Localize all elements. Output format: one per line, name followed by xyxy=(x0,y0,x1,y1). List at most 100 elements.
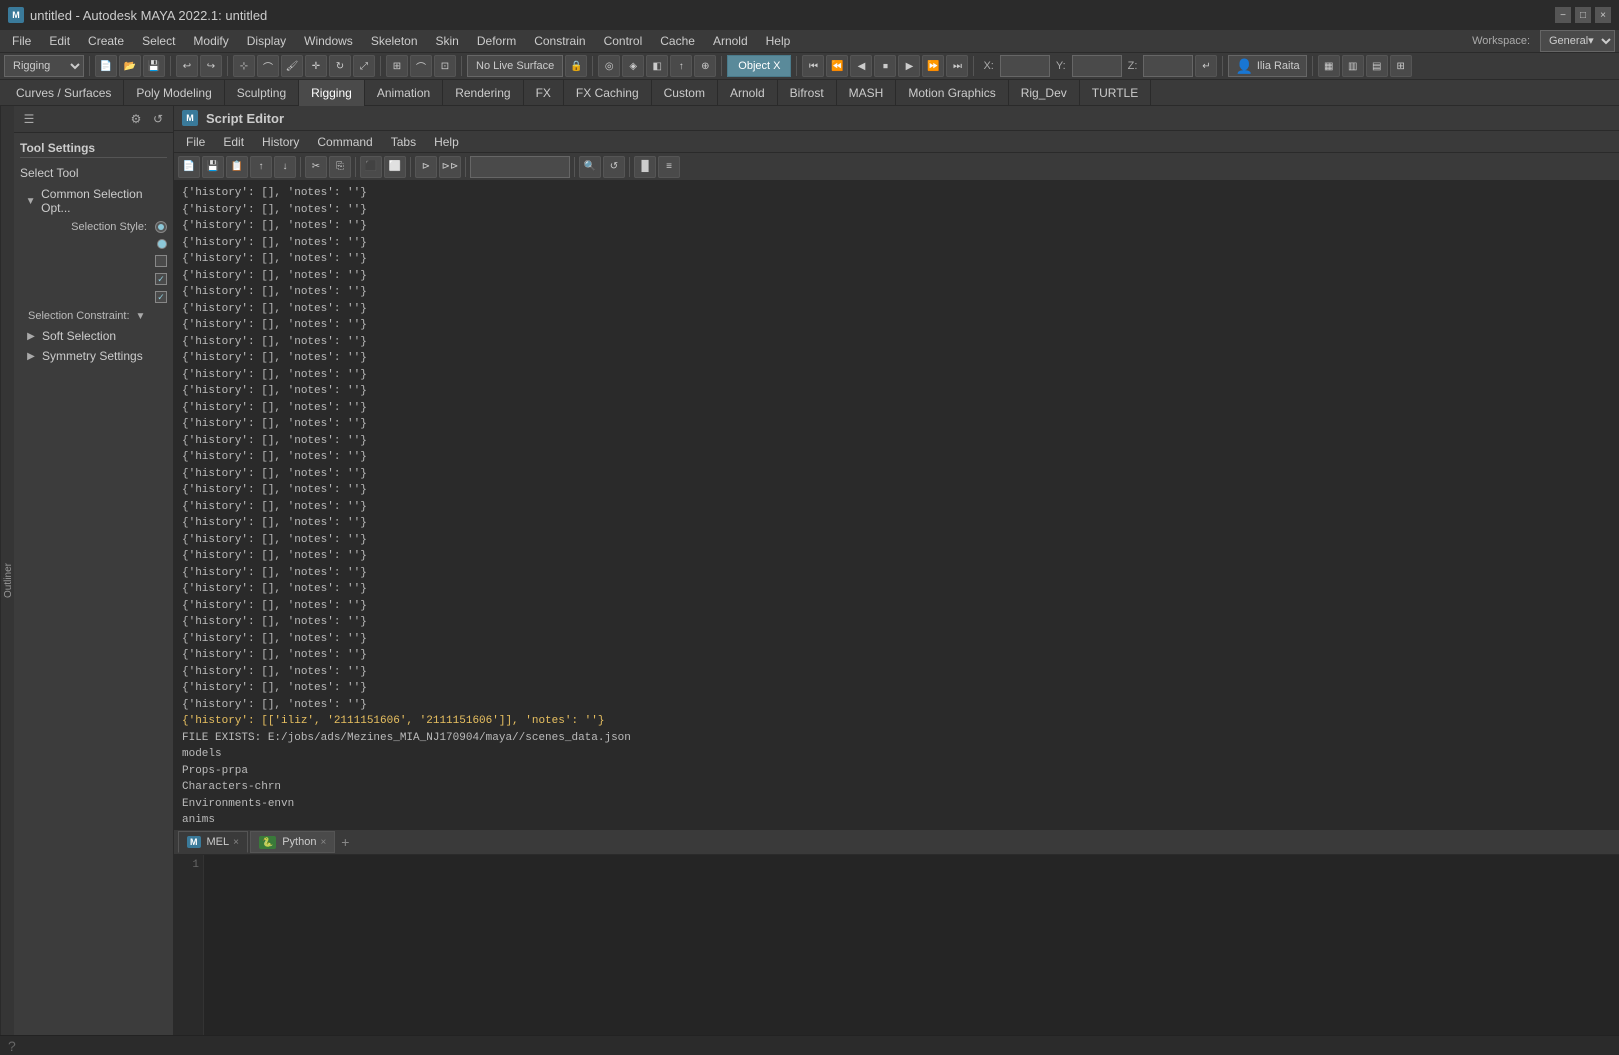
script-menu-tabs[interactable]: Tabs xyxy=(383,133,424,151)
open-file-button[interactable]: 📂 xyxy=(119,55,141,77)
select-tool-button[interactable]: ⊹ xyxy=(233,55,255,77)
script-cut-button[interactable]: ✂ xyxy=(305,156,327,178)
user-button[interactable]: 👤 Ilia Raita xyxy=(1228,55,1306,77)
module-tab-rendering[interactable]: Rendering xyxy=(443,80,523,106)
y-input[interactable] xyxy=(1072,55,1122,77)
prev-frame-button[interactable]: ⏮ xyxy=(802,55,824,77)
script-menu-history[interactable]: History xyxy=(254,133,307,151)
panel-menu-button[interactable]: ☰ xyxy=(20,110,38,128)
script-menu-help[interactable]: Help xyxy=(426,133,467,151)
script-import-button[interactable]: ↓ xyxy=(274,156,296,178)
paint-tool-button[interactable]: 🖌 xyxy=(281,55,303,77)
script-export-button[interactable]: ↑ xyxy=(250,156,272,178)
script-menu-edit[interactable]: Edit xyxy=(215,133,252,151)
snap-view-button[interactable]: ◎ xyxy=(598,55,620,77)
scale-tool-button[interactable]: ⤢ xyxy=(353,55,375,77)
menu-cache[interactable]: Cache xyxy=(652,32,703,50)
snap-grid-button[interactable]: ⊞ xyxy=(386,55,408,77)
next-key-button[interactable]: ⏩ xyxy=(922,55,944,77)
soft-selection-collapse[interactable]: ▶ Soft Selection xyxy=(20,326,167,346)
menu-help[interactable]: Help xyxy=(758,32,799,50)
prev-key-button[interactable]: ⏪ xyxy=(826,55,848,77)
script-tab-python[interactable]: 🐍 Python × xyxy=(250,831,335,853)
close-button[interactable]: × xyxy=(1595,7,1611,23)
checkbox-2[interactable] xyxy=(155,273,167,285)
script-search-button[interactable]: 🔍 xyxy=(579,156,601,178)
module-tab-sculpting[interactable]: Sculpting xyxy=(225,80,299,106)
menu-deform[interactable]: Deform xyxy=(469,32,524,50)
module-tab-animation[interactable]: Animation xyxy=(365,80,443,106)
lasso-tool-button[interactable]: ⌒ xyxy=(257,55,279,77)
script-source-button[interactable]: ⊳ xyxy=(415,156,437,178)
module-tab-motion-graphics[interactable]: Motion Graphics xyxy=(896,80,1008,106)
z-input[interactable] xyxy=(1143,55,1193,77)
script-run-input[interactable] xyxy=(470,156,570,178)
menu-file[interactable]: File xyxy=(4,32,39,50)
script-color-button[interactable]: █ xyxy=(634,156,656,178)
snap-edge-button[interactable]: ◧ xyxy=(646,55,668,77)
menu-skeleton[interactable]: Skeleton xyxy=(363,32,426,50)
redo-button[interactable]: ↪ xyxy=(200,55,222,77)
style-radio-filled[interactable] xyxy=(157,239,167,249)
menu-control[interactable]: Control xyxy=(596,32,651,50)
script-execute-all-button[interactable]: ⊳⊳ xyxy=(439,156,461,178)
x-input[interactable] xyxy=(1000,55,1050,77)
module-tab-custom[interactable]: Custom xyxy=(652,80,718,106)
layout-2-button[interactable]: ▥ xyxy=(1342,55,1364,77)
module-tab-rig-dev[interactable]: Rig_Dev xyxy=(1009,80,1080,106)
script-tab-mel[interactable]: M MEL × xyxy=(178,831,248,853)
panel-options-button[interactable]: ⚙ xyxy=(127,110,145,128)
module-tab-poly-modeling[interactable]: Poly Modeling xyxy=(124,80,224,106)
live-surface-button[interactable]: No Live Surface xyxy=(467,55,563,77)
module-tab-rigging[interactable]: Rigging xyxy=(299,80,365,106)
outliner-tab[interactable]: Outliner xyxy=(0,106,14,1055)
module-tab-bifrost[interactable]: Bifrost xyxy=(778,80,837,106)
checkbox-3[interactable] xyxy=(155,291,167,303)
script-format-button[interactable]: ≡ xyxy=(658,156,680,178)
snap-normal-button[interactable]: ↑ xyxy=(670,55,692,77)
script-clear-input-button[interactable]: ⬜ xyxy=(384,156,406,178)
new-file-button[interactable]: 📄 xyxy=(95,55,117,77)
move-tool-button[interactable]: ✛ xyxy=(305,55,327,77)
common-selection-collapse[interactable]: ▼ Common Selection Opt... xyxy=(20,184,167,218)
apply-transform-button[interactable]: ↵ xyxy=(1195,55,1217,77)
menu-modify[interactable]: Modify xyxy=(185,32,236,50)
maximize-button[interactable]: □ xyxy=(1575,7,1591,23)
module-tab-mash[interactable]: MASH xyxy=(837,80,897,106)
panel-refresh-button[interactable]: ↺ xyxy=(149,110,167,128)
module-tab-fx-caching[interactable]: FX Caching xyxy=(564,80,652,106)
undo-button[interactable]: ↩ xyxy=(176,55,198,77)
rigging-dropdown[interactable]: Rigging xyxy=(4,55,84,77)
menu-constrain[interactable]: Constrain xyxy=(526,32,593,50)
menu-edit[interactable]: Edit xyxy=(41,32,78,50)
layout-3-button[interactable]: ▤ xyxy=(1366,55,1388,77)
live-surface-lock-button[interactable]: 🔒 xyxy=(565,55,587,77)
mel-tab-close[interactable]: × xyxy=(233,837,239,848)
script-open-button[interactable]: 📄 xyxy=(178,156,200,178)
symmetry-settings-collapse[interactable]: ▶ Symmetry Settings xyxy=(20,346,167,366)
object-x-button[interactable]: Object X xyxy=(727,55,791,77)
module-tab-turtle[interactable]: TURTLE xyxy=(1080,80,1151,106)
play-back-button[interactable]: ◀ xyxy=(850,55,872,77)
stop-button[interactable]: ⏹ xyxy=(874,55,896,77)
module-tab-arnold[interactable]: Arnold xyxy=(718,80,778,106)
selection-style-radio-1[interactable] xyxy=(155,221,167,233)
layout-1-button[interactable]: ▦ xyxy=(1318,55,1340,77)
python-tab-close[interactable]: × xyxy=(320,837,326,848)
script-menu-command[interactable]: Command xyxy=(309,133,380,151)
menu-create[interactable]: Create xyxy=(80,32,132,50)
menu-windows[interactable]: Windows xyxy=(296,32,361,50)
script-save-button[interactable]: 💾 xyxy=(202,156,224,178)
checkbox-1[interactable] xyxy=(155,255,167,267)
save-file-button[interactable]: 💾 xyxy=(143,55,165,77)
layout-4-button[interactable]: ⊞ xyxy=(1390,55,1412,77)
menu-arnold[interactable]: Arnold xyxy=(705,32,756,50)
rotate-tool-button[interactable]: ↻ xyxy=(329,55,351,77)
module-tab-curves-surfaces[interactable]: Curves / Surfaces xyxy=(4,80,124,106)
snap-center-button[interactable]: ⊕ xyxy=(694,55,716,77)
workspace-dropdown[interactable]: General▾ xyxy=(1540,30,1615,52)
snap-curve-button[interactable]: ⌒ xyxy=(410,55,432,77)
add-tab-button[interactable]: + xyxy=(337,834,353,850)
minimize-button[interactable]: − xyxy=(1555,7,1571,23)
script-copy-button[interactable]: ⎘ xyxy=(329,156,351,178)
